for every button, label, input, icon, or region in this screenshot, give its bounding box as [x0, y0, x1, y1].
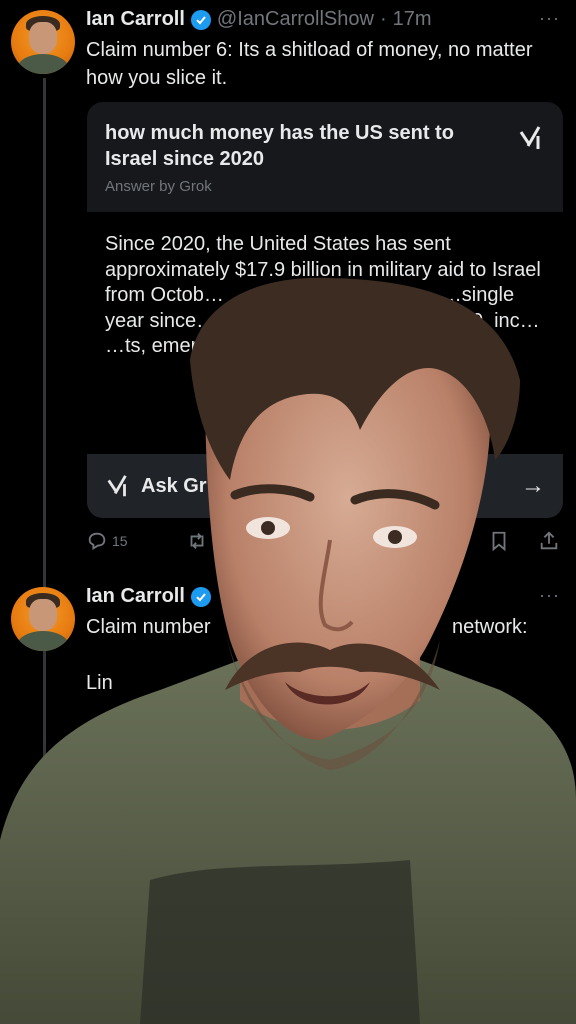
bookmark-icon: [492, 531, 506, 552]
thread-connector: [43, 650, 46, 1024]
ask-grok-bar[interactable]: Ask Gr →: [87, 454, 563, 518]
author-handle[interactable]: @IanCarrollShow: [217, 8, 374, 31]
reply-count: 15: [112, 533, 128, 549]
thread-connector: [43, 78, 46, 588]
separator: ·: [379, 8, 387, 30]
timestamp[interactable]: 17m: [393, 8, 432, 31]
ask-grok-label: Ask Gr: [141, 474, 207, 497]
repost-icon: [190, 533, 204, 549]
tweet-text-fragment: Claim number: [86, 616, 211, 638]
grok-logo-icon: [107, 475, 127, 497]
grok-answer-card[interactable]: how much money has the US sent to Israel…: [87, 102, 563, 518]
tweet-text-fragment: network:: [452, 616, 528, 638]
grok-byline: Answer by Grok: [105, 178, 212, 195]
bookmark-button[interactable]: [488, 530, 510, 552]
more-options-icon[interactable]: ···: [539, 585, 560, 606]
share-button[interactable]: [538, 530, 560, 552]
avatar[interactable]: [11, 587, 75, 651]
share-icon: [540, 531, 558, 550]
more-options-icon[interactable]: ···: [539, 8, 560, 29]
tweet-header: Ian Carroll: [86, 585, 211, 608]
grok-logo-icon: [519, 126, 541, 149]
reply-icon: [88, 532, 106, 550]
verified-badge-icon: [190, 9, 211, 30]
tweet-text: Claim number 6: Its a shitload of money,…: [86, 39, 533, 89]
repost-button[interactable]: [186, 530, 208, 552]
author-name[interactable]: Ian Carroll: [86, 585, 185, 608]
grok-question: how much money has the US sent to Israel…: [105, 122, 454, 170]
tweet-header: Ian Carroll @IanCarrollShow · 17m: [86, 8, 432, 31]
reply-button[interactable]: 15: [86, 530, 128, 552]
tweet-action-bar: 15: [86, 528, 562, 556]
verified-badge-icon: [190, 586, 211, 607]
author-name[interactable]: Ian Carroll: [86, 8, 185, 31]
avatar[interactable]: [11, 10, 75, 74]
grok-answer-text: Since 2020, the United States has sent a…: [105, 233, 541, 357]
arrow-right-icon[interactable]: →: [521, 472, 545, 500]
tweet-text-fragment: Lin: [86, 672, 113, 694]
